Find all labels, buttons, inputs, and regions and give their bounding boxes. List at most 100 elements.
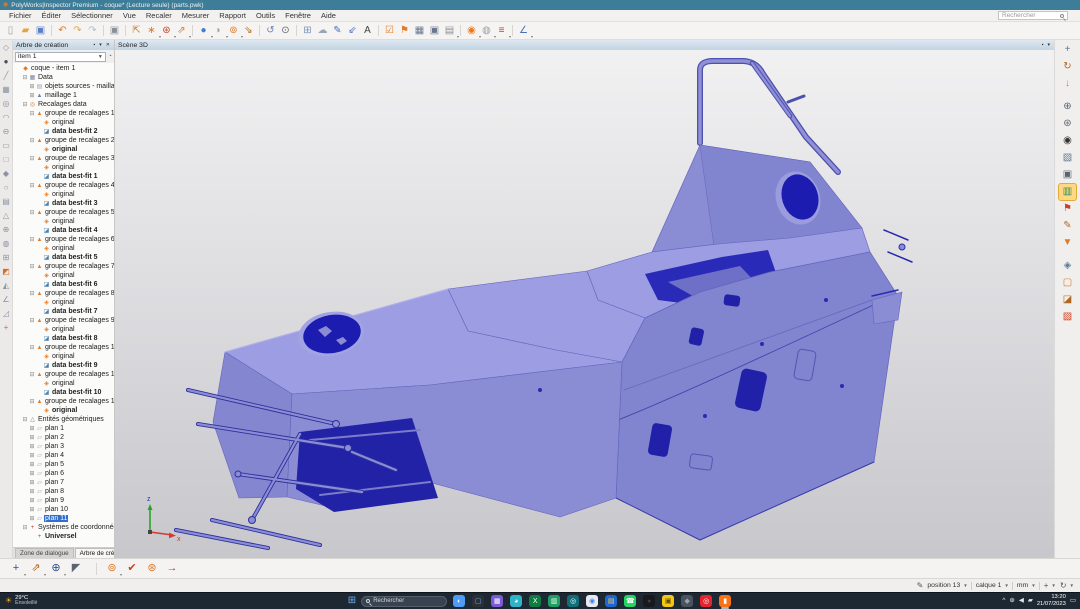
- tree-row[interactable]: ◪ data best-fit 8: [13, 334, 114, 343]
- table-add-icon[interactable]: ⊞: [300, 23, 315, 38]
- align-probe-icon[interactable]: →: [164, 561, 180, 577]
- taskbar-app-green[interactable]: ▥: [547, 594, 561, 609]
- tree-row[interactable]: ◈ original: [13, 325, 114, 334]
- start-button[interactable]: ⊞: [348, 596, 356, 606]
- spheres-group-icon[interactable]: ⊚: [104, 561, 120, 577]
- tree-row[interactable]: ⊟ △ Entités géométriques: [13, 415, 114, 424]
- taskbar-app-terminal[interactable]: ▢: [471, 594, 485, 609]
- cylinder-tool-icon[interactable]: ▤: [2, 198, 10, 206]
- deviation-funnel-icon[interactable]: ▼: [1059, 235, 1076, 251]
- weather-widget[interactable]: ☀ 29°C Ensoleillé: [5, 595, 37, 607]
- redo-alt-icon[interactable]: ↷: [85, 23, 100, 38]
- import-object-icon[interactable]: ⇱: [129, 23, 144, 38]
- hand-select-icon[interactable]: ◈: [1059, 258, 1076, 274]
- tree-expander-icon[interactable]: ⊟: [29, 318, 35, 324]
- align-view-icon[interactable]: ↓: [1059, 76, 1076, 92]
- panel-pin-icon[interactable]: ▪: [93, 42, 97, 48]
- tree-row[interactable]: ⊟ ▲ groupe de recalages 8: [13, 289, 114, 298]
- sphere-tool-icon[interactable]: ⊕: [3, 226, 10, 234]
- report-flag-icon[interactable]: ⚑: [397, 23, 412, 38]
- cross-tool-icon[interactable]: +: [4, 324, 9, 332]
- tree-row[interactable]: + Universel: [13, 532, 114, 541]
- tree-row[interactable]: ⊞ ▤ objets sources - maillage 1: [13, 82, 114, 91]
- taskbar-clock[interactable]: 13:20 21/07/2023: [1037, 594, 1066, 607]
- viewport-pin-icon[interactable]: ▪: [1041, 42, 1045, 48]
- tree-row[interactable]: ◈ original: [13, 406, 114, 415]
- taskbar-app-notes[interactable]: ▣: [661, 594, 675, 609]
- menu-item[interactable]: Recaler: [141, 10, 177, 21]
- tree-row[interactable]: ⊞ ▲ maillage 1: [13, 91, 114, 100]
- panel-close-icon[interactable]: ✕: [105, 42, 111, 48]
- tree-expander-icon[interactable]: ⊞: [29, 480, 35, 486]
- tree-row[interactable]: ◪ data best-fit 2: [13, 127, 114, 136]
- tree-row[interactable]: ⊞ ▱ plan 8: [13, 487, 114, 496]
- taskbar-app-teams[interactable]: ◎: [566, 594, 580, 609]
- status-dropdown[interactable]: mm ▼: [1017, 582, 1040, 590]
- tree-row[interactable]: ◈ original: [13, 379, 114, 388]
- taskbar-app-polyworks[interactable]: ▮: [718, 594, 732, 609]
- tree-row[interactable]: ◈ original: [13, 271, 114, 280]
- capture-scene-icon[interactable]: ▣: [107, 23, 122, 38]
- mesh-tool-icon[interactable]: ▦: [2, 86, 10, 94]
- tree-expander-icon[interactable]: ⊟: [29, 210, 35, 216]
- disc-tool-icon[interactable]: ◎: [3, 100, 10, 108]
- tree-expander-icon[interactable]: ⊟: [29, 237, 35, 243]
- tree-expander-icon[interactable]: ⊟: [29, 291, 35, 297]
- open-folder-icon[interactable]: ▰: [18, 23, 33, 38]
- tree-row[interactable]: ⊞ ▱ plan 10: [13, 505, 114, 514]
- surface-select-icon[interactable]: ◪: [1059, 292, 1076, 308]
- tree-row[interactable]: ◪ data best-fit 3: [13, 199, 114, 208]
- status-dropdown[interactable]: position 13 ▼: [927, 582, 971, 590]
- tree-row[interactable]: ◪ data best-fit 5: [13, 253, 114, 262]
- tree-expander-icon[interactable]: ⊟: [29, 399, 35, 405]
- tree-row[interactable]: ◆ coque - item 1: [13, 64, 114, 73]
- tree-row[interactable]: ◪ data best-fit 4: [13, 226, 114, 235]
- probe-tool-icon[interactable]: ⇙: [345, 23, 360, 38]
- gauge-icon[interactable]: ⊚: [226, 23, 241, 38]
- tree-expander-icon[interactable]: ⊟: [22, 75, 28, 81]
- search-input[interactable]: Rechercher: [998, 11, 1068, 20]
- probe-pen-icon[interactable]: ✎: [1059, 218, 1076, 234]
- filter-options-icon[interactable]: ◔: [108, 53, 112, 60]
- probe-point-icon[interactable]: +: [8, 561, 24, 577]
- perspective-cube-icon[interactable]: ▧: [1059, 150, 1076, 166]
- tree-expander-icon[interactable]: ⊞: [29, 426, 35, 432]
- tree-expander-icon[interactable]: ⊟: [29, 264, 35, 270]
- checklist-icon[interactable]: ☑: [382, 23, 397, 38]
- zoom-in-icon[interactable]: ⊕: [1059, 99, 1076, 115]
- tree-expander-icon[interactable]: ⊟: [29, 345, 35, 351]
- tree-expander-icon[interactable]: ⊟: [29, 156, 35, 162]
- tree-row[interactable]: ⊞ ▱ plan 1: [13, 424, 114, 433]
- tree-row[interactable]: ◪ data best-fit 1: [13, 172, 114, 181]
- visibility-eye-icon[interactable]: ◉: [1059, 133, 1076, 149]
- taskbar-app-gray[interactable]: ◆: [680, 594, 694, 609]
- slot-tool-icon[interactable]: ▭: [2, 142, 10, 150]
- tray-folder-icon[interactable]: ▰: [1028, 598, 1033, 605]
- text-annotation-icon[interactable]: A: [360, 23, 375, 38]
- colormap-icon[interactable]: ▥: [1059, 184, 1076, 200]
- tree-row[interactable]: ◈ original: [13, 145, 114, 154]
- tree-expander-icon[interactable]: ⊞: [29, 435, 35, 441]
- taskbar-app-mail[interactable]: ▤: [604, 594, 618, 609]
- tree-expander-icon[interactable]: ⊞: [29, 471, 35, 477]
- circle-tool-icon[interactable]: ○: [4, 184, 9, 192]
- plane-tool-icon[interactable]: ◇: [3, 44, 9, 52]
- tree-row[interactable]: ⊟ ▲ groupe de recalages 5: [13, 208, 114, 217]
- taskbar-app-chrome[interactable]: ◉: [585, 594, 599, 609]
- tree-row[interactable]: ◈ original: [13, 217, 114, 226]
- angle-tool-icon[interactable]: ∠: [2, 296, 9, 304]
- tree-expander-icon[interactable]: ⊞: [29, 516, 35, 522]
- tree-row[interactable]: ⊞ ▱ plan 2: [13, 433, 114, 442]
- tree-row[interactable]: ⊞ ▱ plan 9: [13, 496, 114, 505]
- redo-icon[interactable]: ↷: [70, 23, 85, 38]
- tree-row[interactable]: ⊟ ▲ groupe de recalages 11: [13, 370, 114, 379]
- record-icon[interactable]: ◍: [479, 23, 494, 38]
- tray-chevron-up-icon[interactable]: ^: [1002, 598, 1005, 605]
- tree-row[interactable]: ⊞ ▱ plan 6: [13, 469, 114, 478]
- menu-item[interactable]: Éditer: [37, 10, 67, 21]
- menu-item[interactable]: Mesurer: [177, 10, 215, 21]
- point-measure-icon[interactable]: ✎: [330, 23, 345, 38]
- menu-item[interactable]: Rapport: [214, 10, 251, 21]
- tree-row[interactable]: ◈ original: [13, 118, 114, 127]
- tree-expander-icon[interactable]: ⊞: [29, 462, 35, 468]
